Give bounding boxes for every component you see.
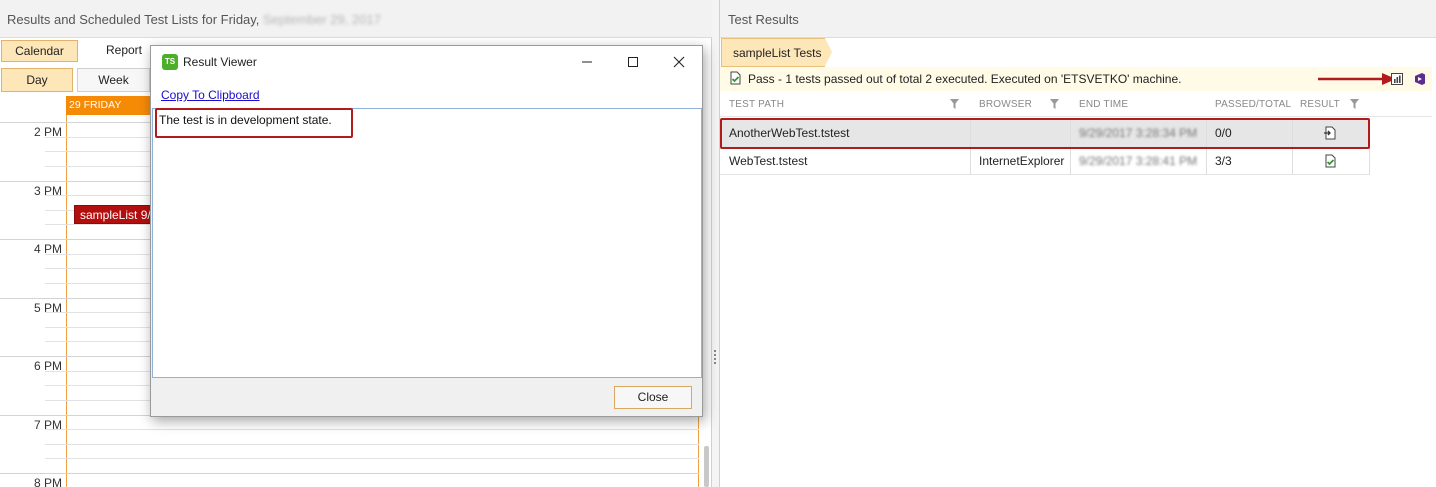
- column-divider: [1292, 147, 1293, 175]
- visual-studio-icon[interactable]: [1413, 72, 1427, 86]
- row-browser: InternetExplorer: [979, 154, 1065, 168]
- splitter-grip: [714, 350, 716, 364]
- result-viewer-dialog: TS Result Viewer Copy To Clipboard The t…: [150, 45, 703, 417]
- breadcrumb-tip: [825, 38, 832, 66]
- test-results-title: Test Results: [720, 0, 1436, 38]
- grid-line: [45, 458, 699, 460]
- column-browser[interactable]: BROWSER: [979, 99, 1032, 110]
- calendar-pane-title: Results and Scheduled Test Lists for Fri…: [7, 12, 260, 27]
- pass-icon[interactable]: [1323, 154, 1337, 168]
- close-button[interactable]: Close: [614, 386, 692, 409]
- row-test-path: WebTest.tstest: [729, 154, 808, 168]
- copy-to-clipboard-link[interactable]: Copy To Clipboard: [161, 88, 260, 102]
- column-test-path[interactable]: TEST PATH: [729, 99, 784, 110]
- table-row[interactable]: WebTest.tstest InternetExplorer 9/29/201…: [720, 147, 1370, 175]
- breadcrumb[interactable]: sampleList Tests: [721, 38, 825, 67]
- filter-icon[interactable]: [950, 99, 959, 109]
- calendar-scrollbar[interactable]: [704, 446, 709, 487]
- scheduled-test-event[interactable]: sampleList 9/: [74, 205, 154, 224]
- result-message-box[interactable]: The test is in development state.: [152, 108, 702, 378]
- dialog-titlebar[interactable]: TS Result Viewer: [151, 46, 702, 78]
- row-end-time: 9/29/2017 3:28:41 PM: [1079, 154, 1198, 168]
- calendar-pane-header: Results and Scheduled Test Lists for Fri…: [0, 0, 712, 38]
- column-end-time[interactable]: END TIME: [1079, 99, 1128, 110]
- pane-splitter[interactable]: [712, 0, 719, 487]
- filter-icon[interactable]: [1350, 99, 1359, 109]
- report-icon[interactable]: [1390, 72, 1404, 86]
- dialog-title: Result Viewer: [183, 55, 257, 69]
- close-icon[interactable]: [671, 54, 687, 70]
- day-view-button[interactable]: Day: [1, 68, 73, 92]
- hour-label: 8 PM: [33, 476, 62, 487]
- filter-icon[interactable]: [1050, 99, 1059, 109]
- pass-status-icon: [730, 71, 741, 85]
- grid-line: [45, 429, 699, 431]
- minimize-icon[interactable]: [579, 54, 595, 70]
- maximize-icon[interactable]: [625, 54, 641, 70]
- tab-report[interactable]: Report: [96, 40, 152, 62]
- test-studio-logo-icon: TS: [162, 54, 178, 70]
- row-passed-total: 3/3: [1215, 154, 1232, 168]
- annotation-arrow: [1318, 73, 1396, 85]
- column-divider: [1369, 147, 1370, 175]
- column-divider: [1070, 147, 1071, 175]
- column-divider: [970, 147, 971, 175]
- annotation-highlight-message: [155, 108, 353, 138]
- results-table-header: TEST PATH BROWSER END TIME PASSED/TOTAL …: [720, 93, 1432, 117]
- dialog-link-area: Copy To Clipboard: [151, 78, 702, 108]
- annotation-highlight-row: [720, 118, 1370, 149]
- test-results-pane: Test Results sampleList Tests Pass - 1 t…: [719, 0, 1436, 487]
- column-result[interactable]: RESULT: [1300, 99, 1340, 110]
- column-passed-total[interactable]: PASSED/TOTAL: [1215, 99, 1291, 110]
- week-view-button[interactable]: Week: [77, 68, 150, 92]
- grid-line: [45, 443, 699, 445]
- status-text: Pass - 1 tests passed out of total 2 exe…: [748, 72, 1182, 86]
- tab-calendar[interactable]: Calendar: [1, 40, 78, 62]
- calendar-pane-date: September 29, 2017: [263, 12, 381, 27]
- grid-line: [0, 473, 699, 474]
- column-divider: [1206, 147, 1207, 175]
